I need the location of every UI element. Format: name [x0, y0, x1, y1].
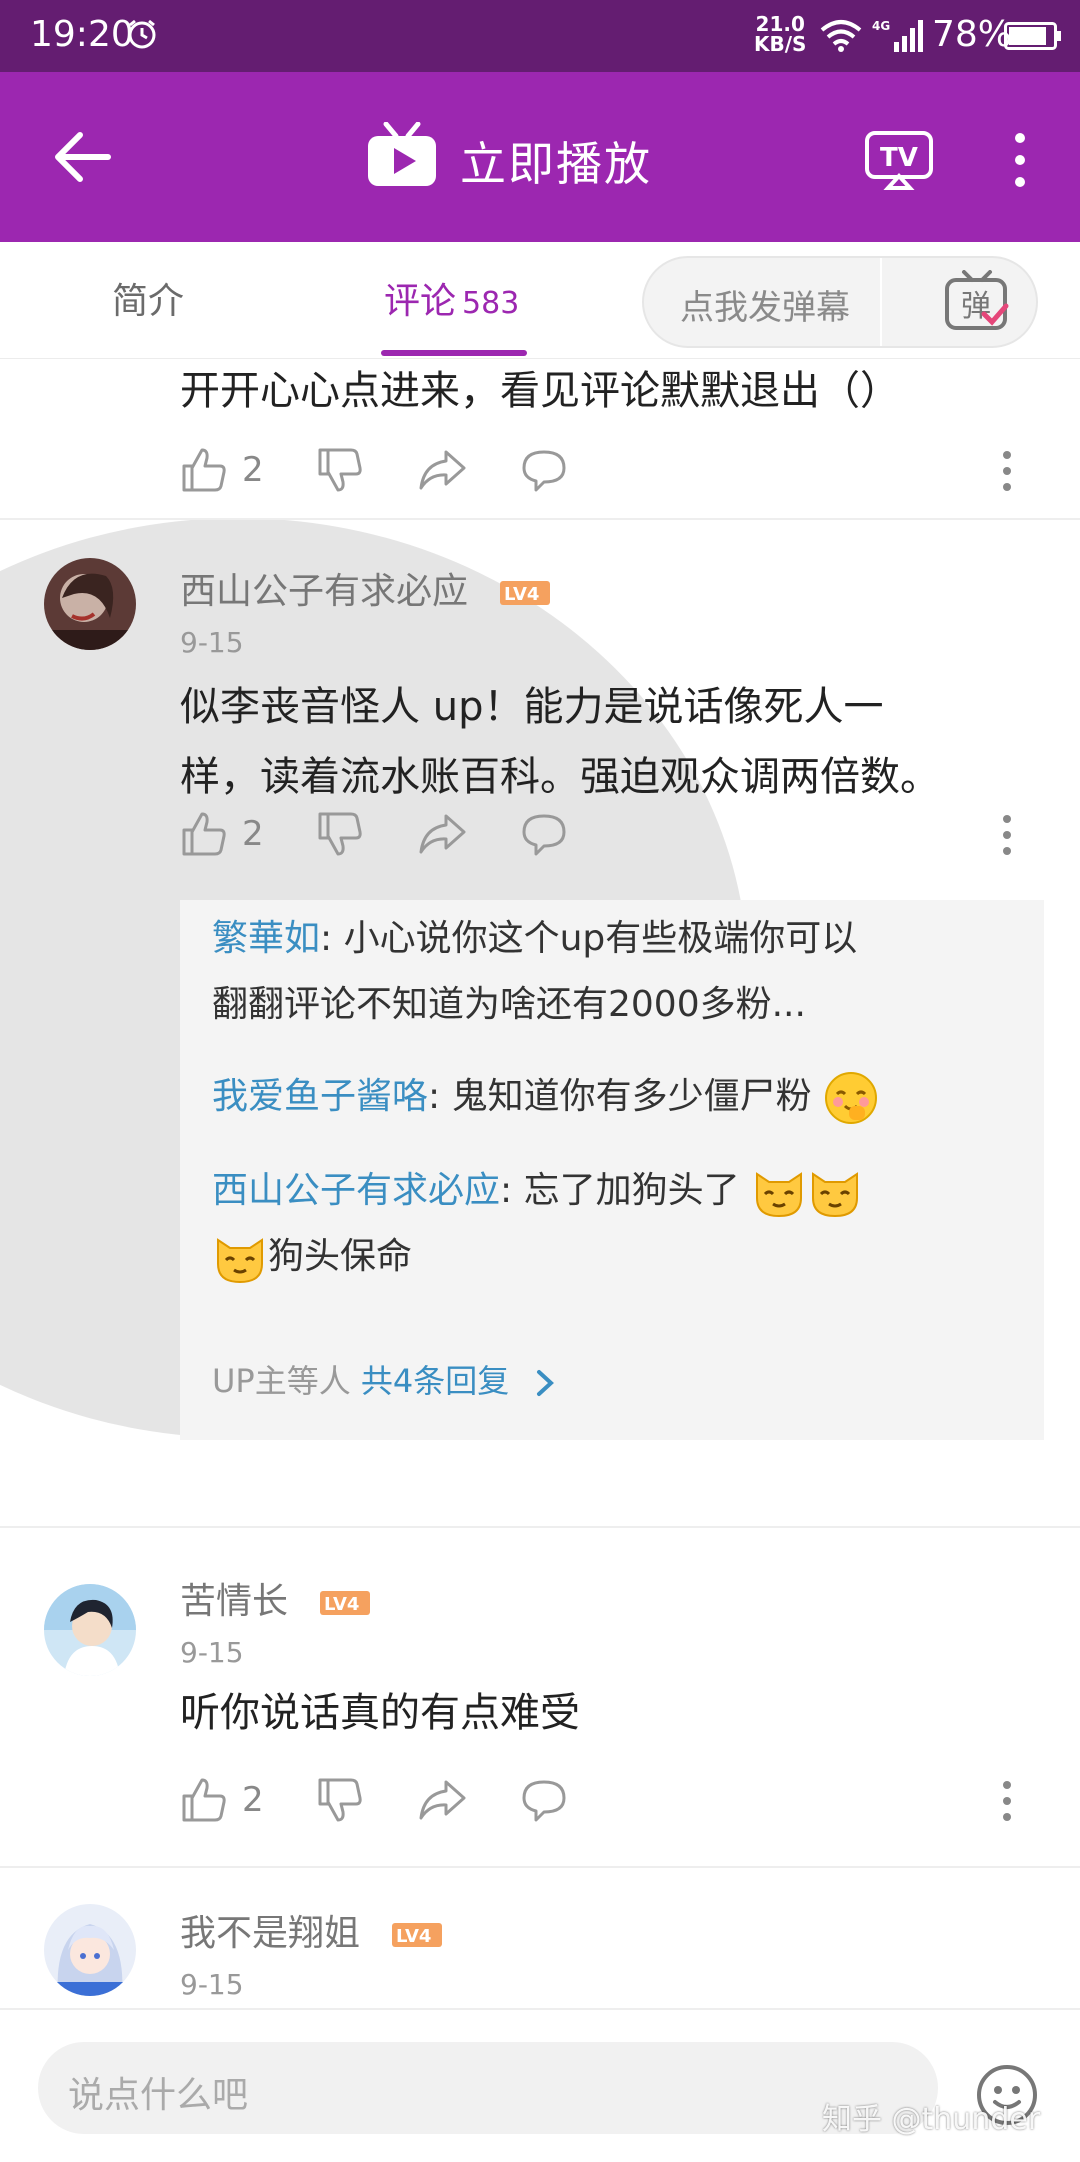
- avatar[interactable]: [44, 1584, 136, 1676]
- like-count: 2: [242, 814, 264, 854]
- reply-text: 狗头保命: [268, 1236, 413, 1277]
- wifi-icon: [820, 20, 862, 52]
- view-replies-link[interactable]: UP主等人 共4条回复: [212, 1356, 557, 1402]
- like-icon[interactable]: [180, 1776, 228, 1824]
- username: 苦情长: [180, 1581, 289, 1622]
- app-bar: 立即播放 TV: [0, 72, 1080, 242]
- comment-more-icon[interactable]: [1000, 450, 1014, 492]
- reply-text: : 忘了加狗头了: [500, 1170, 740, 1211]
- reply-item[interactable]: 我爱鱼子酱咯: 鬼知道你有多少僵尸粉: [212, 1064, 1012, 1130]
- back-arrow-icon[interactable]: [52, 130, 112, 184]
- comment-author[interactable]: 我不是翔姐 LV4: [180, 1904, 443, 1956]
- username: 西山公子有求必应: [180, 571, 469, 612]
- dislike-icon[interactable]: [316, 1776, 364, 1824]
- reply-icon[interactable]: [520, 810, 568, 858]
- play-now-title[interactable]: 立即播放: [460, 128, 652, 194]
- comment-author[interactable]: 苦情长 LV4: [180, 1572, 371, 1624]
- like-count: 2: [242, 450, 264, 490]
- chevron-right-icon: [537, 1370, 555, 1396]
- share-icon[interactable]: [418, 1776, 466, 1824]
- reply-count-link[interactable]: 共4条回复: [361, 1362, 509, 1400]
- dog-head-emoji-icon: [812, 1172, 859, 1218]
- watermark: 知乎 @thunder: [822, 2102, 1041, 2137]
- network-speed: 21.0 KB/S: [754, 12, 807, 56]
- dislike-icon[interactable]: [316, 446, 364, 494]
- status-time: 19:20: [30, 14, 134, 55]
- shy-face-emoji-icon: [825, 1072, 878, 1124]
- reply-text: 翻翻评论不知道为啥还有2000多粉...: [212, 984, 806, 1025]
- reply-author[interactable]: 我爱鱼子酱咯: [212, 1076, 428, 1117]
- comment-list[interactable]: 开开心心点进来，看见评论默默退出（） 2 西山公子有求必应 LV4 9-15 似…: [0, 358, 1080, 2008]
- comment-text: 听你说话真的有点难受: [180, 1690, 580, 1736]
- comment-text-line: 似李丧音怪人 up！能力是说话像死人一: [180, 684, 884, 730]
- reply-icon[interactable]: [520, 1776, 568, 1824]
- reply-text: : 小心说你这个up有些极端你可以: [320, 918, 858, 959]
- send-danmaku-button[interactable]: 点我发弹幕 弹: [642, 256, 1038, 348]
- danmaku-toggle-icon[interactable]: 弹: [944, 270, 1010, 334]
- network-type-label: 4G: [872, 19, 890, 33]
- comment-item[interactable]: 苦情长 LV4 9-15 听你说话真的有点难受 2: [0, 1528, 1080, 1868]
- more-vertical-icon[interactable]: [1004, 130, 1036, 190]
- comment-more-icon[interactable]: [1000, 1780, 1014, 1822]
- comment-actions: 2: [180, 1776, 1050, 1826]
- comment-author[interactable]: 西山公子有求必应 LV4: [180, 562, 551, 614]
- like-icon[interactable]: [180, 446, 228, 494]
- dog-head-emoji-icon: [756, 1172, 803, 1218]
- level-badge: LV4: [392, 1923, 443, 1947]
- reply-author[interactable]: 西山公子有求必应: [212, 1170, 500, 1211]
- comments-count: 583: [462, 286, 520, 321]
- level-label: LV4: [396, 1926, 431, 1947]
- tab-comments[interactable]: 评论 583: [384, 272, 519, 324]
- signal-icon: 4G: [872, 19, 923, 52]
- comment-text-line: 样，读着流水账百科。强迫观众调两倍数。: [180, 754, 940, 800]
- active-tab-indicator: [381, 350, 527, 356]
- tab-intro[interactable]: 简介: [112, 272, 184, 324]
- svg-text:TV: TV: [880, 143, 918, 173]
- level-label: LV4: [504, 584, 539, 605]
- battery-icon: [1004, 22, 1061, 50]
- reply-summary-prefix: UP主等人: [212, 1362, 361, 1400]
- reply-item[interactable]: 繁華如: 小心说你这个up有些极端你可以 翻翻评论不知道为啥还有2000多粉..…: [212, 906, 1012, 1038]
- comment-date: 9-15: [180, 626, 244, 659]
- dog-head-emoji-icon: [217, 1238, 263, 1284]
- replies-box[interactable]: 繁華如: 小心说你这个up有些极端你可以 翻翻评论不知道为啥还有2000多粉..…: [180, 900, 1044, 1440]
- comment-input[interactable]: 说点什么吧: [38, 2042, 938, 2134]
- comment-actions: 2: [180, 446, 1050, 496]
- share-icon[interactable]: [418, 446, 466, 494]
- status-bar: 19:20 21.0 KB/S 4G 78%: [0, 0, 1080, 72]
- reply-icon[interactable]: [520, 446, 568, 494]
- level-badge: LV4: [500, 581, 551, 605]
- comment-text: 开开心心点进来，看见评论默默退出（）: [180, 368, 900, 414]
- tab-bar: 简介 评论 583 点我发弹幕 弹: [0, 242, 1080, 359]
- reply-item[interactable]: 西山公子有求必应: 忘了加狗头了 狗头保命: [212, 1158, 1012, 1290]
- alarm-icon: [128, 19, 156, 49]
- comment-item[interactable]: 我不是翔姐 LV4 9-15: [0, 1868, 1080, 2008]
- danmaku-divider: [880, 258, 882, 346]
- tv-play-icon[interactable]: [366, 122, 438, 188]
- comment-input-placeholder: 说点什么吧: [68, 2075, 249, 2116]
- username: 我不是翔姐: [180, 1913, 361, 1954]
- avatar[interactable]: [44, 1904, 136, 1996]
- danmaku-placeholder: 点我发弹幕: [680, 288, 850, 328]
- reply-author[interactable]: 繁華如: [212, 918, 320, 959]
- comment-date: 9-15: [180, 1968, 244, 2001]
- battery-percent: 78%: [932, 14, 1013, 55]
- tab-comments-label: 评论: [384, 281, 457, 322]
- like-count: 2: [242, 1780, 264, 1820]
- reply-text: : 鬼知道你有多少僵尸粉: [428, 1076, 812, 1117]
- level-badge: LV4: [320, 1591, 371, 1615]
- comment-input-bar: 说点什么吧: [0, 2008, 1080, 2162]
- comment-item[interactable]: 开开心心点进来，看见评论默默退出（） 2: [0, 358, 1080, 518]
- comment-date: 9-15: [180, 1636, 244, 1669]
- avatar[interactable]: [44, 558, 136, 650]
- share-icon[interactable]: [418, 810, 466, 858]
- comment-actions: 2: [180, 810, 1050, 860]
- comment-text: 似李丧音怪人 up！能力是说话像死人一 样，读着流水账百科。强迫观众调两倍数。: [180, 672, 940, 812]
- cast-tv-icon[interactable]: TV: [864, 130, 934, 190]
- comment-more-icon[interactable]: [1000, 814, 1014, 856]
- level-label: LV4: [324, 1594, 359, 1615]
- like-icon[interactable]: [180, 810, 228, 858]
- dislike-icon[interactable]: [316, 810, 364, 858]
